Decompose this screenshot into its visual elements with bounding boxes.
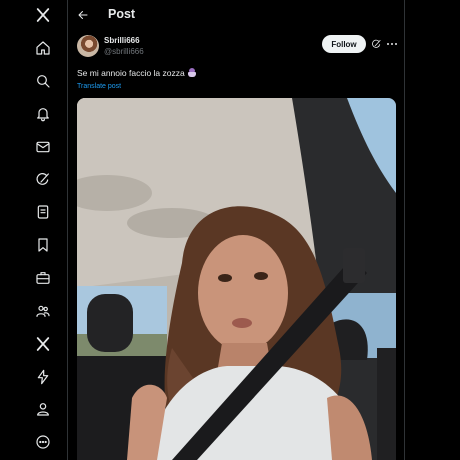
home-icon[interactable]	[28, 36, 58, 60]
grok-icon	[371, 39, 381, 48]
arrow-left-icon	[78, 11, 88, 19]
genie-emoji-icon	[187, 68, 197, 77]
translate-post-link[interactable]: Translate post	[77, 82, 121, 91]
verified-orgs-icon[interactable]	[28, 365, 58, 389]
more-options-button[interactable]	[385, 37, 399, 51]
premium-icon[interactable]	[28, 332, 58, 356]
photo-content	[77, 98, 396, 460]
bookmarks-icon[interactable]	[28, 233, 58, 257]
follow-button[interactable]: Follow	[322, 35, 366, 53]
grok-icon[interactable]	[28, 168, 58, 192]
notifications-icon[interactable]	[28, 102, 58, 126]
x-logo-icon[interactable]	[28, 3, 58, 27]
page-title: Post	[108, 7, 136, 21]
author-display-name[interactable]: Sbrilli666	[104, 36, 140, 46]
post-text: Se mi annoio faccio la zozza	[77, 67, 197, 79]
column-divider-right	[404, 0, 405, 460]
post-text-body: Se mi annoio faccio la zozza	[77, 68, 185, 78]
back-button[interactable]	[74, 6, 92, 24]
column-divider-left	[67, 0, 68, 460]
lists-icon[interactable]	[28, 200, 58, 224]
author-handle[interactable]: @sbrilli666	[104, 47, 144, 57]
communities-icon[interactable]	[28, 299, 58, 323]
more-dot-icon	[391, 43, 393, 45]
more-dot-icon	[387, 43, 389, 45]
avatar[interactable]	[77, 35, 99, 57]
jobs-icon[interactable]	[28, 266, 58, 290]
search-icon[interactable]	[28, 69, 58, 93]
grok-explain-button[interactable]	[369, 37, 383, 51]
more-icon[interactable]	[28, 430, 58, 454]
more-dot-icon	[395, 43, 397, 45]
profile-icon[interactable]	[28, 397, 58, 421]
messages-icon[interactable]	[28, 135, 58, 159]
sidebar-nav	[28, 0, 58, 460]
post-media-photo[interactable]	[77, 98, 396, 460]
